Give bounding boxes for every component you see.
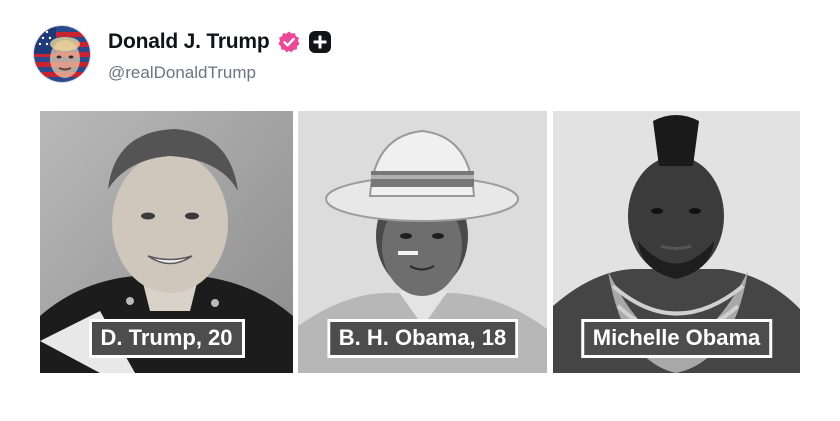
author-handle[interactable]: @realDonaldTrump bbox=[108, 63, 256, 83]
plus-square-icon[interactable] bbox=[308, 30, 332, 54]
avatar[interactable] bbox=[33, 25, 91, 83]
photo-caption-2: B. H. Obama, 18 bbox=[326, 318, 519, 358]
post-photo-1[interactable]: D. Trump, 20 bbox=[40, 111, 293, 373]
verified-badge-icon bbox=[277, 31, 300, 53]
author-display-name[interactable]: Donald J. Trump bbox=[108, 30, 270, 54]
post-photo-3[interactable]: Michelle Obama bbox=[553, 111, 800, 373]
author-name-row: Donald J. Trump bbox=[108, 30, 332, 54]
post-photo-2[interactable]: B. H. Obama, 18 bbox=[298, 111, 547, 373]
photo-caption-1: D. Trump, 20 bbox=[88, 318, 245, 358]
flag-face-avatar-icon bbox=[34, 26, 90, 82]
photo-caption-3: Michelle Obama bbox=[580, 318, 773, 358]
